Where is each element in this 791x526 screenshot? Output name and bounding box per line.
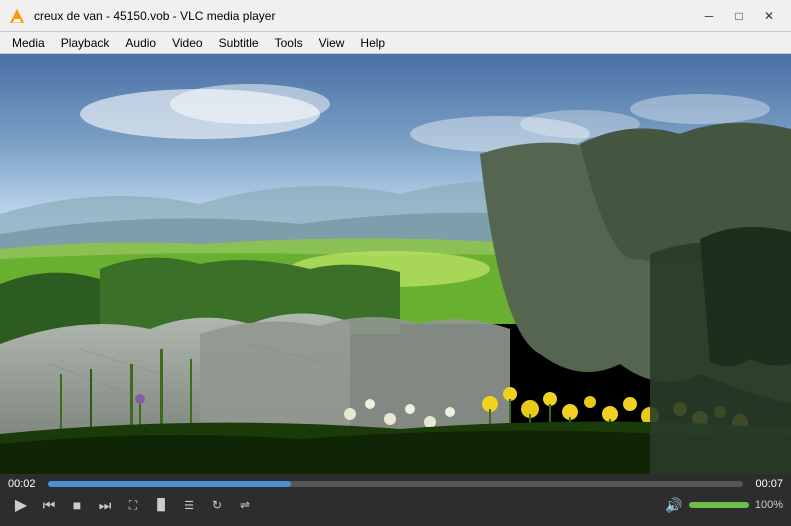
prev-button[interactable]: ⏮ [36, 494, 62, 516]
time-start: 00:02 [8, 478, 40, 490]
menu-tools[interactable]: Tools [267, 32, 311, 53]
playlist-button[interactable]: ☰ [176, 494, 202, 516]
equalizer-button[interactable]: ▐▌ [148, 494, 174, 516]
loop-button[interactable]: ↻ [204, 494, 230, 516]
controls-bar: 00:02 00:07 ▶ ⏮ ■ ⏭ ⛶ ▐▌ ☰ ↻ ⇌ 🔊 10 [0, 474, 791, 526]
play-button[interactable]: ▶ [8, 494, 34, 516]
maximize-button[interactable]: □ [725, 5, 753, 27]
menu-view[interactable]: View [311, 32, 353, 53]
menu-subtitle[interactable]: Subtitle [211, 32, 267, 53]
video-area[interactable] [0, 54, 791, 474]
stop-button[interactable]: ■ [64, 494, 90, 516]
menu-audio[interactable]: Audio [117, 32, 164, 53]
progress-row: 00:02 00:07 [8, 478, 783, 490]
minimize-button[interactable]: ─ [695, 5, 723, 27]
menu-playback[interactable]: Playback [53, 32, 118, 53]
title-text: creux de van - 45150.vob - VLC media pla… [34, 9, 275, 23]
vlc-icon [8, 7, 26, 25]
progress-track[interactable] [48, 481, 743, 487]
buttons-row: ▶ ⏮ ■ ⏭ ⛶ ▐▌ ☰ ↻ ⇌ 🔊 100% [8, 494, 783, 516]
title-bar: creux de van - 45150.vob - VLC media pla… [0, 0, 791, 32]
volume-button[interactable]: 🔊 [663, 494, 685, 516]
next-button[interactable]: ⏭ [92, 494, 118, 516]
random-button[interactable]: ⇌ [232, 494, 258, 516]
progress-fill [48, 481, 291, 487]
volume-area: 🔊 100% [663, 494, 783, 516]
menu-media[interactable]: Media [4, 32, 53, 53]
time-end: 00:07 [751, 478, 783, 490]
fullscreen-button[interactable]: ⛶ [120, 494, 146, 516]
volume-label: 100% [753, 499, 783, 511]
volume-fill [689, 502, 749, 508]
menu-bar: Media Playback Audio Video Subtitle Tool… [0, 32, 791, 54]
title-left: creux de van - 45150.vob - VLC media pla… [8, 7, 275, 25]
close-button[interactable]: ✕ [755, 5, 783, 27]
menu-help[interactable]: Help [352, 32, 393, 53]
menu-video[interactable]: Video [164, 32, 210, 53]
volume-track[interactable] [689, 502, 749, 508]
video-canvas [0, 54, 791, 474]
title-controls: ─ □ ✕ [695, 5, 783, 27]
